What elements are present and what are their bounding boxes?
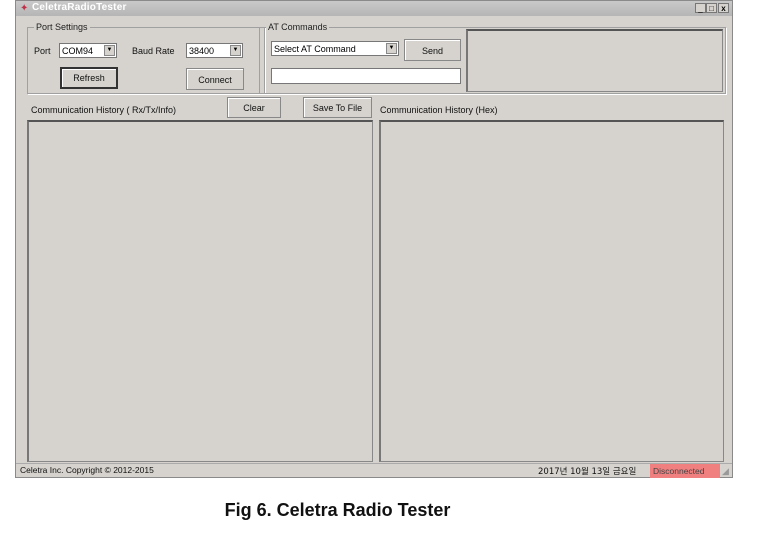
connection-status: Disconnected (650, 464, 720, 478)
chevron-down-icon: ▼ (230, 45, 241, 56)
copyright-text: Celetra Inc. Copyright © 2012-2015 (20, 465, 154, 475)
resize-grip-icon[interactable]: ◢ (722, 466, 729, 477)
refresh-button[interactable]: Refresh (60, 67, 118, 89)
chevron-down-icon: ▼ (386, 43, 397, 54)
baud-rate-select[interactable]: 38400 ▼ (186, 43, 243, 58)
chevron-down-icon: ▼ (104, 45, 115, 56)
maximize-button[interactable]: □ (706, 3, 717, 13)
hex-history-label: Communication History (Hex) (380, 105, 498, 115)
port-settings-legend: Port Settings (36, 22, 88, 32)
baud-rate-value: 38400 (189, 46, 215, 56)
clear-button[interactable]: Clear (227, 97, 281, 118)
app-window: ✦ CeletraRadioTester _ □ x Port Settings… (15, 0, 733, 478)
at-command-input[interactable] (271, 68, 461, 84)
status-bar: Celetra Inc. Copyright © 2012-2015 2017년… (16, 463, 732, 478)
history-textbox[interactable] (27, 120, 373, 462)
send-button[interactable]: Send (404, 39, 461, 61)
connect-button[interactable]: Connect (186, 68, 244, 90)
figure-caption: Fig 6. Celetra Radio Tester (224, 500, 451, 520)
at-command-value: Select AT Command (274, 44, 356, 54)
baud-rate-label: Baud Rate (132, 46, 175, 56)
minimize-button[interactable]: _ (695, 3, 706, 13)
window-title: CeletraRadioTester (32, 2, 127, 13)
hex-history-textbox[interactable] (379, 120, 724, 462)
title-bar: ✦ CeletraRadioTester _ □ x (16, 1, 732, 16)
app-icon: ✦ (20, 3, 29, 14)
port-label: Port (34, 46, 51, 56)
at-command-select[interactable]: Select AT Command ▼ (271, 41, 399, 56)
port-select[interactable]: COM94 ▼ (59, 43, 117, 58)
port-value: COM94 (62, 46, 94, 56)
at-response-box (466, 29, 723, 92)
history-label: Communication History ( Rx/Tx/Info) (31, 105, 177, 115)
at-commands-legend: AT Commands (268, 22, 328, 32)
close-button[interactable]: x (718, 3, 729, 13)
date-text: 2017년 10월 13일 금요일 (538, 467, 637, 477)
save-to-file-button[interactable]: Save To File (303, 97, 372, 118)
